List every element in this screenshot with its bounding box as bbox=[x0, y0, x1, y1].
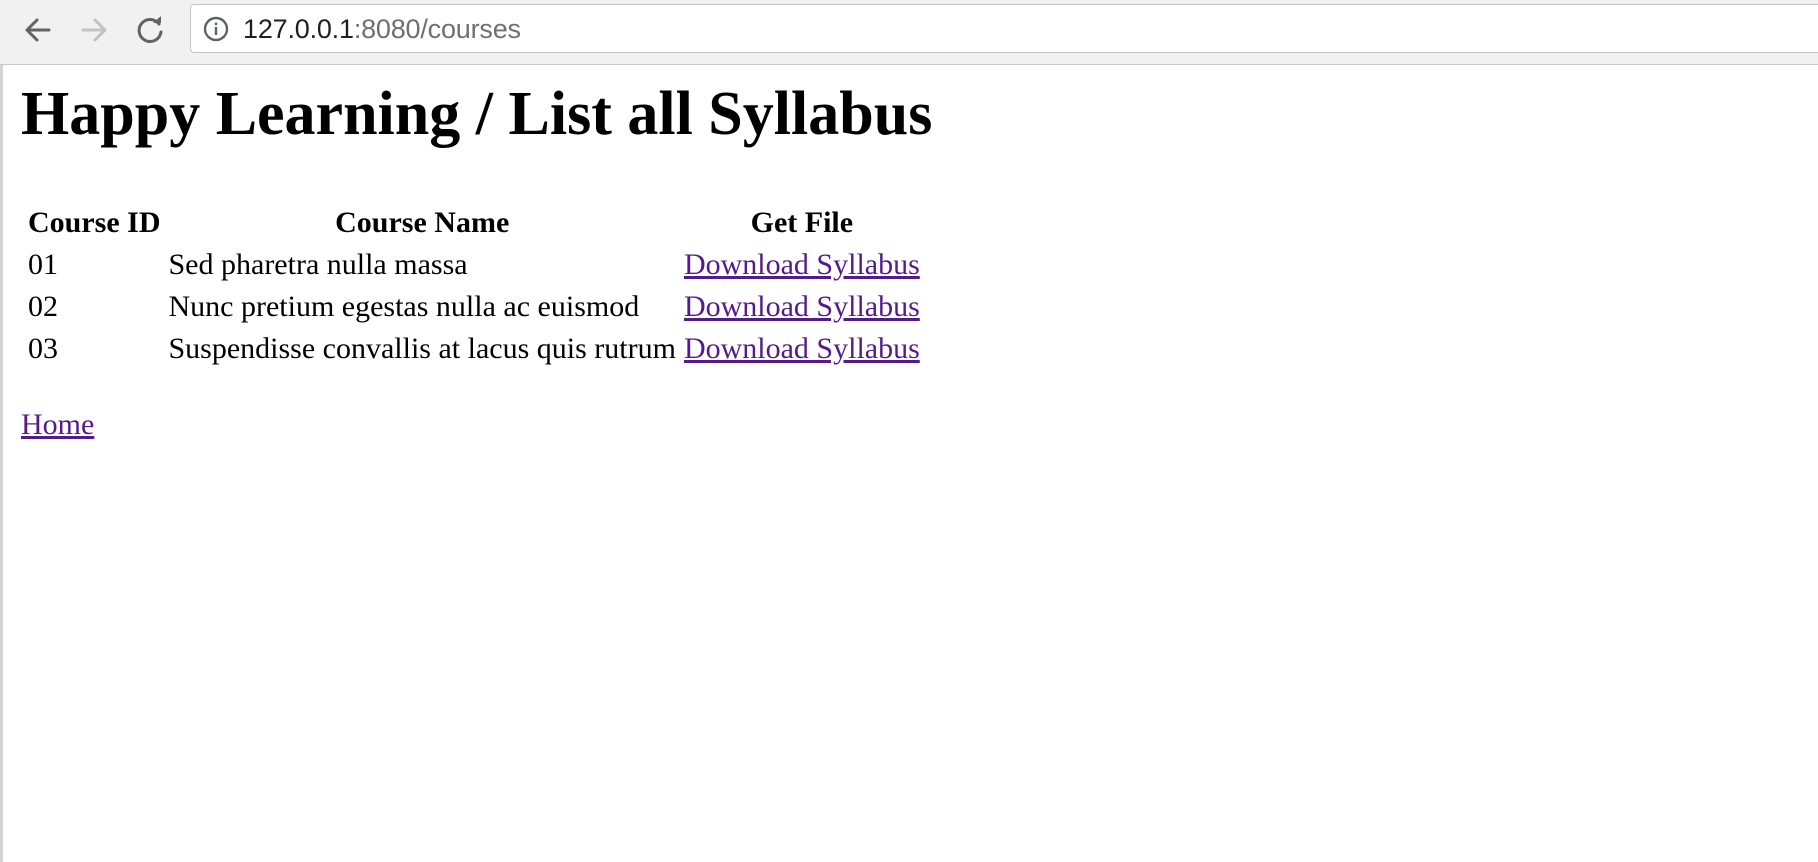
table-row: 03 Suspendisse convallis at lacus quis r… bbox=[26, 330, 922, 368]
page-content: Happy Learning / List all Syllabus Cours… bbox=[0, 65, 1818, 862]
course-id-cell: 03 bbox=[28, 332, 58, 365]
table-header-row: Course ID Course Name Get File bbox=[26, 204, 922, 242]
arrow-left-icon bbox=[25, 18, 51, 42]
reload-button[interactable] bbox=[132, 12, 168, 48]
url-host: 127.0.0.1 bbox=[243, 14, 354, 44]
course-name-cell: Nunc pretium egestas nulla ac euismod bbox=[168, 290, 640, 323]
download-syllabus-link[interactable]: Download Syllabus bbox=[684, 248, 920, 281]
address-url: 127.0.0.1:8080/courses bbox=[243, 14, 521, 45]
home-link[interactable]: Home bbox=[21, 408, 94, 442]
arrow-right-icon bbox=[81, 18, 107, 42]
get-file-cell: Download Syllabus bbox=[682, 246, 922, 284]
course-name-cell: Suspendisse convallis at lacus quis rutr… bbox=[168, 332, 676, 365]
get-file-cell: Download Syllabus bbox=[682, 330, 922, 368]
course-id-cell: 01 bbox=[28, 248, 58, 281]
reload-icon bbox=[137, 16, 163, 43]
table-row: 02 Nunc pretium egestas nulla ac euismod… bbox=[26, 288, 922, 326]
get-file-cell: Download Syllabus bbox=[682, 288, 922, 326]
browser-window: 127.0.0.1:8080/courses Happy Learning / … bbox=[0, 0, 1818, 862]
back-button[interactable] bbox=[20, 12, 56, 48]
page-title: Happy Learning / List all Syllabus bbox=[21, 80, 933, 148]
forward-button[interactable] bbox=[76, 12, 112, 48]
table-row: 01 Sed pharetra nulla massa Download Syl… bbox=[26, 246, 922, 284]
browser-toolbar: 127.0.0.1:8080/courses bbox=[0, 0, 1818, 65]
address-bar[interactable]: 127.0.0.1:8080/courses bbox=[190, 4, 1818, 53]
course-name-cell: Sed pharetra nulla massa bbox=[168, 248, 468, 281]
info-circle-icon[interactable] bbox=[203, 16, 229, 42]
course-id-cell: 02 bbox=[28, 290, 58, 323]
header-get-file: Get File bbox=[750, 206, 854, 239]
url-path: :8080/courses bbox=[353, 14, 521, 44]
header-course-id: Course ID bbox=[28, 206, 161, 239]
header-course-name: Course Name bbox=[335, 206, 510, 239]
courses-table: Course ID Course Name Get File 01 Sed ph… bbox=[22, 200, 926, 372]
download-syllabus-link[interactable]: Download Syllabus bbox=[684, 290, 920, 323]
download-syllabus-link[interactable]: Download Syllabus bbox=[684, 332, 920, 365]
